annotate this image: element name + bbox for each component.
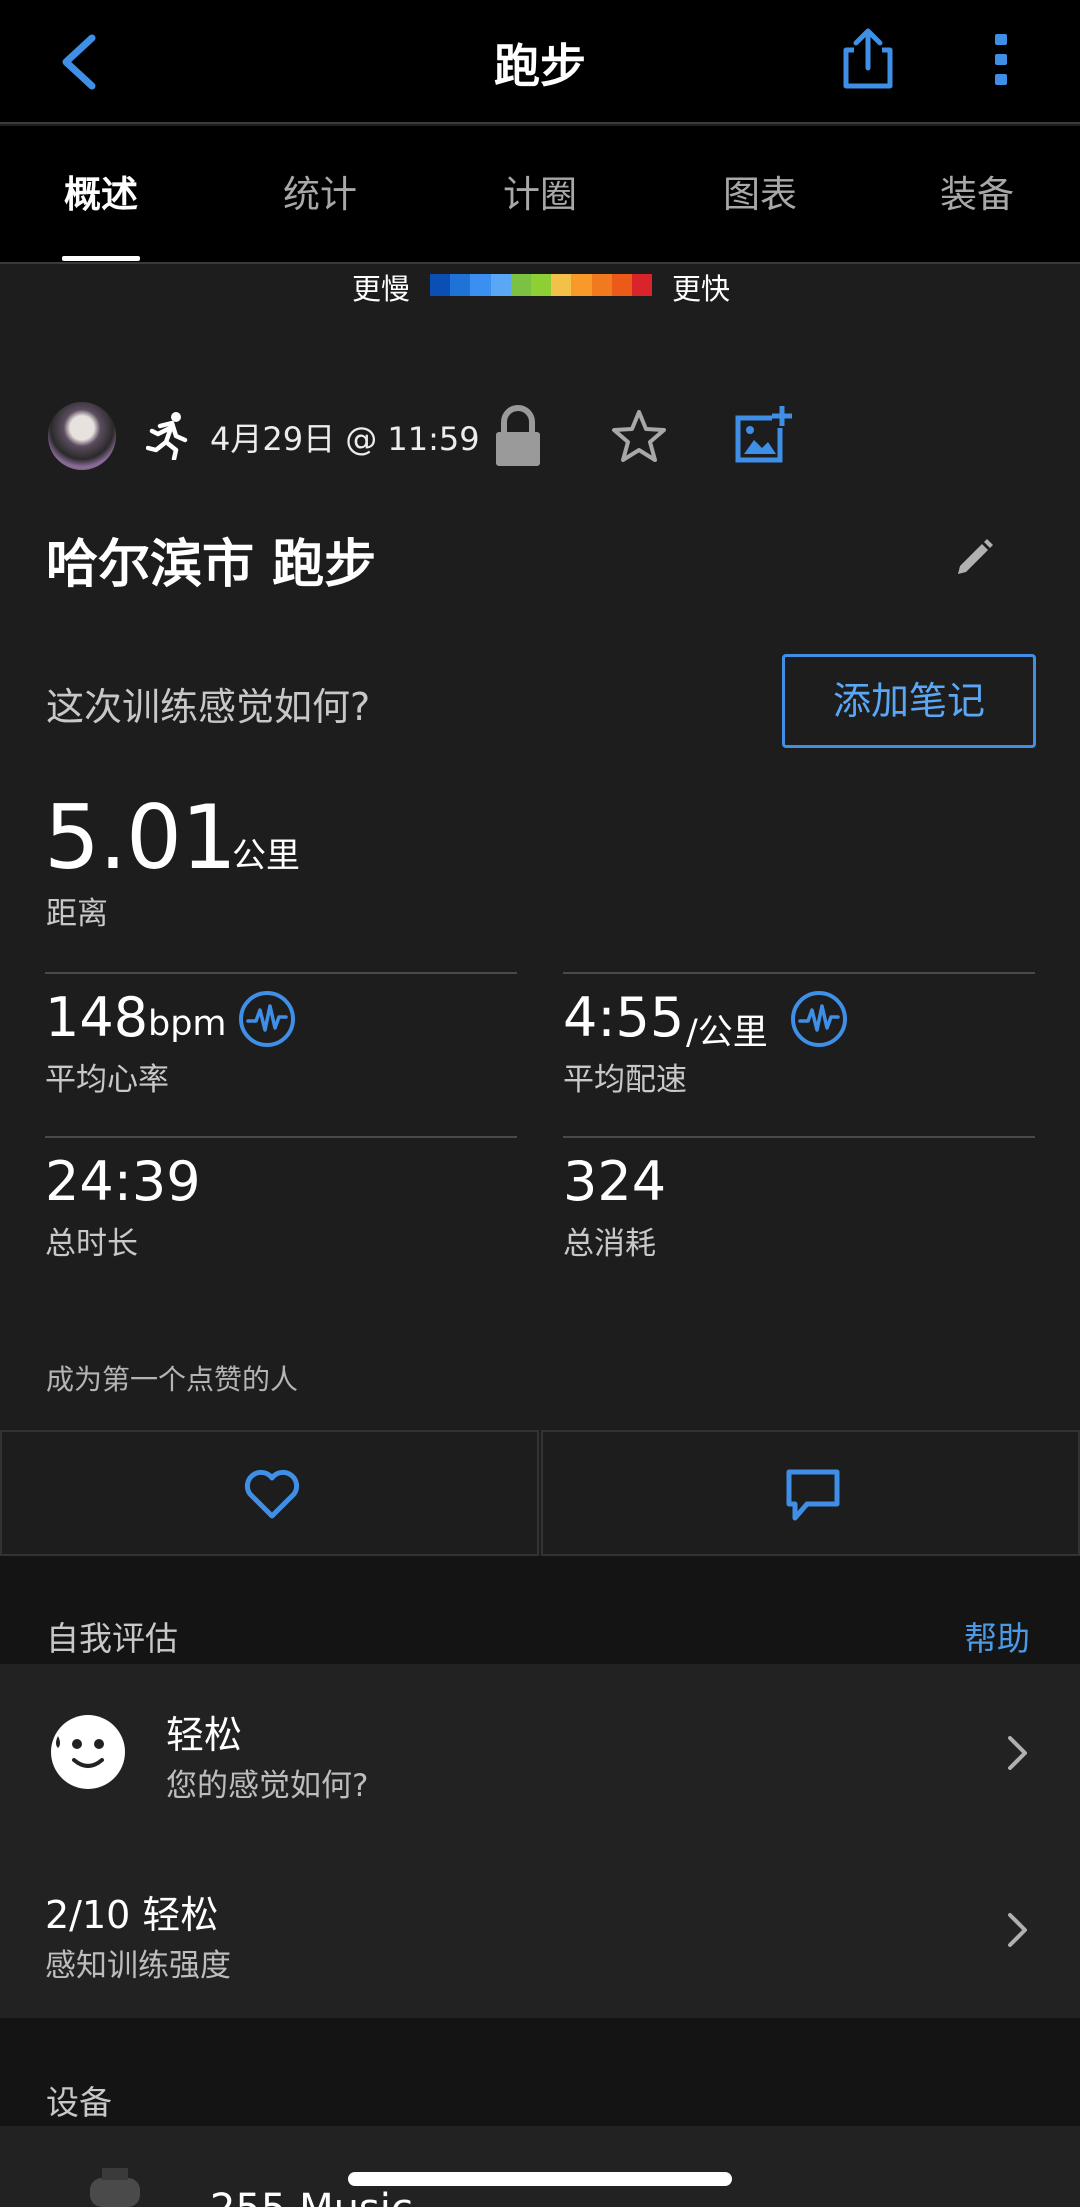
heart-rate-unit: bpm bbox=[148, 1004, 227, 1044]
calories-label: 总消耗 bbox=[563, 1226, 656, 1262]
pace-color-legend bbox=[430, 274, 653, 296]
star-icon[interactable] bbox=[610, 408, 668, 464]
pace-chart-icon[interactable] bbox=[790, 990, 848, 1048]
effort-title[interactable]: 2/10 轻松 bbox=[45, 1884, 218, 1939]
chevron-right-icon[interactable] bbox=[1006, 1734, 1030, 1772]
tab-bar: 概述 统计 计圈 图表 装备 bbox=[0, 126, 1080, 264]
legend-swatch bbox=[490, 274, 511, 296]
chevron-right-icon[interactable] bbox=[1006, 1911, 1030, 1949]
running-icon bbox=[146, 412, 188, 460]
self-assessment-title: 自我评估 bbox=[46, 1619, 178, 1658]
device-panel bbox=[0, 2126, 1080, 2207]
activity-date: 4月29日 @ 11:59 bbox=[210, 420, 480, 458]
activity-title: 哈尔滨市 跑步 bbox=[46, 535, 377, 595]
page-title: 跑步 bbox=[494, 39, 586, 93]
tab-stats[interactable]: 统计 bbox=[220, 164, 420, 218]
like-prompt: 成为第一个点赞的人 bbox=[46, 1363, 299, 1396]
tab-overview[interactable]: 概述 bbox=[1, 164, 201, 218]
distance-value: 5.01 bbox=[44, 786, 237, 889]
legend-swatch bbox=[571, 274, 592, 296]
feeling-title[interactable]: 轻松 bbox=[166, 1704, 242, 1759]
comment-icon bbox=[786, 1469, 840, 1521]
social-actions bbox=[0, 1430, 1080, 1556]
home-indicator[interactable] bbox=[348, 2172, 732, 2186]
legend-swatch bbox=[551, 274, 572, 296]
more-vertical-icon[interactable] bbox=[986, 30, 1018, 90]
distance-label: 距离 bbox=[46, 896, 108, 932]
help-link[interactable]: 帮助 bbox=[964, 1612, 1030, 1660]
add-note-button[interactable]: 添加笔记 bbox=[782, 654, 1036, 748]
divider bbox=[563, 972, 1035, 974]
edit-pencil-icon[interactable] bbox=[954, 536, 994, 576]
tab-gear[interactable]: 装备 bbox=[877, 164, 1077, 218]
effort-subtitle: 感知训练强度 bbox=[45, 1948, 231, 1984]
heart-rate-label: 平均心率 bbox=[45, 1062, 169, 1098]
add-photo-icon[interactable] bbox=[732, 404, 794, 466]
watch-icon bbox=[90, 2168, 140, 2207]
legend-swatch bbox=[611, 274, 632, 296]
legend-swatch bbox=[430, 274, 451, 296]
feeling-prompt: 这次训练感觉如何? bbox=[46, 685, 371, 729]
active-tab-indicator bbox=[62, 256, 140, 261]
legend-faster-label: 更快 bbox=[672, 272, 731, 306]
calories-value: 324 bbox=[563, 1150, 667, 1213]
device-header bbox=[0, 2018, 1080, 2126]
divider bbox=[45, 1136, 517, 1138]
avatar[interactable] bbox=[48, 402, 116, 470]
heart-rate-value: 148 bbox=[45, 986, 149, 1049]
pace-value: 4:55 bbox=[563, 986, 685, 1049]
heart-icon bbox=[244, 1469, 300, 1519]
pace-unit: /公里 bbox=[686, 1013, 768, 1053]
pace-label: 平均配速 bbox=[563, 1062, 687, 1098]
device-name[interactable]: 255 Music bbox=[210, 2186, 413, 2207]
top-bar: 跑步 bbox=[0, 0, 1080, 124]
tab-laps[interactable]: 计圈 bbox=[440, 164, 640, 218]
distance-unit: 公里 bbox=[232, 836, 300, 876]
duration-value: 24:39 bbox=[45, 1150, 201, 1213]
device-section-title: 设备 bbox=[46, 2083, 112, 2122]
legend-swatch bbox=[470, 274, 491, 296]
legend-swatch bbox=[631, 274, 653, 296]
comment-button[interactable] bbox=[541, 1430, 1080, 1556]
tab-charts[interactable]: 图表 bbox=[660, 164, 860, 218]
heart-rate-chart-icon[interactable] bbox=[238, 990, 296, 1048]
divider bbox=[563, 1136, 1035, 1138]
legend-slower-label: 更慢 bbox=[351, 272, 410, 306]
legend-swatch bbox=[591, 274, 612, 296]
legend-swatch bbox=[510, 274, 531, 296]
like-button[interactable] bbox=[0, 1430, 539, 1556]
share-icon[interactable] bbox=[838, 26, 898, 92]
legend-swatch bbox=[530, 274, 552, 296]
feeling-face-icon bbox=[51, 1715, 125, 1789]
legend-swatch bbox=[450, 274, 471, 296]
duration-label: 总时长 bbox=[45, 1226, 138, 1262]
divider bbox=[45, 972, 517, 974]
lock-icon[interactable] bbox=[492, 404, 544, 468]
feeling-subtitle: 您的感觉如何? bbox=[166, 1768, 369, 1804]
